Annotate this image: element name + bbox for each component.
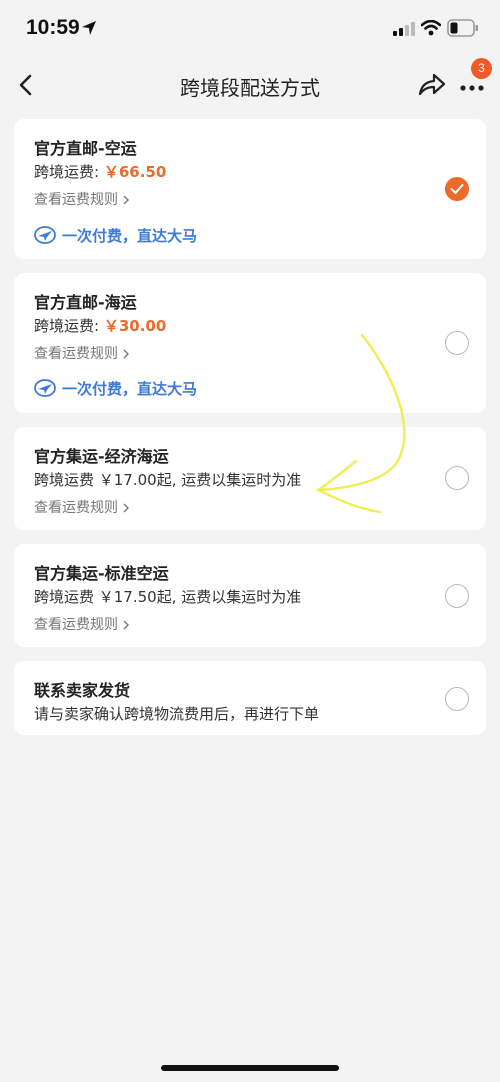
location-arrow-icon — [82, 21, 96, 35]
fee-rule-link[interactable]: 查看运费规则 — [34, 614, 130, 634]
option-title: 官方直邮-空运 — [34, 139, 137, 158]
nav-bar: 跨境段配送方式 — [0, 60, 500, 112]
option-title: 官方集运-经济海运 — [34, 447, 169, 466]
fee-label: 跨境运费: — [34, 163, 104, 181]
fee-rule-label: 查看运费规则 — [34, 192, 118, 208]
notification-badge: 3 — [471, 58, 492, 79]
shipping-option-card[interactable]: 联系卖家发货 请与卖家确认跨境物流费用后，再进行下单 — [14, 661, 486, 735]
plane-badge-icon — [34, 226, 56, 244]
status-bar: 10:59 — [0, 0, 500, 60]
chevron-right-icon — [123, 503, 129, 513]
fee-row: 跨境运费 ￥17.50起, 运费以集运时为准 — [34, 588, 302, 606]
shipping-option-card[interactable]: 官方集运-标准空运 跨境运费 ￥17.50起, 运费以集运时为准 查看运费规则 — [14, 544, 486, 647]
fee-rule-label: 查看运费规则 — [34, 500, 118, 516]
fee-row: 跨境运费: ￥66.50 — [34, 161, 166, 182]
fee-rule-link[interactable]: 查看运费规则 — [34, 343, 130, 363]
option-title: 官方集运-标准空运 — [34, 564, 169, 583]
option-radio[interactable] — [445, 584, 469, 608]
fee-rule-link[interactable]: 查看运费规则 — [34, 189, 130, 209]
option-radio[interactable] — [445, 687, 469, 711]
shipping-option-card[interactable]: 官方集运-经济海运 跨境运费 ￥17.00起, 运费以集运时为准 查看运费规则 — [14, 427, 486, 530]
option-title: 官方直邮-海运 — [34, 293, 137, 312]
chevron-right-icon — [123, 349, 129, 359]
share-icon — [418, 73, 446, 96]
promo-text: 一次付费，直达大马 — [62, 380, 198, 398]
option-description: 请与卖家确认跨境物流费用后，再进行下单 — [34, 705, 320, 723]
cellular-signal-icon — [393, 22, 415, 36]
fee-label: 跨境运费: — [34, 317, 104, 335]
promo-banner: 一次付费，直达大马 — [34, 225, 197, 246]
option-radio[interactable] — [445, 331, 469, 355]
shipping-option-card[interactable]: 官方直邮-海运 跨境运费: ￥30.00 查看运费规则 一次付费，直达大马 — [14, 273, 486, 413]
fee-rule-label: 查看运费规则 — [34, 346, 118, 362]
promo-banner: 一次付费，直达大马 — [34, 378, 197, 399]
chevron-right-icon — [123, 620, 129, 630]
check-icon — [450, 184, 464, 194]
wifi-icon — [421, 20, 441, 36]
option-title: 联系卖家发货 — [34, 681, 131, 700]
chevron-right-icon — [123, 195, 129, 205]
promo-text: 一次付费，直达大马 — [62, 227, 198, 245]
fee-row: 跨境运费: ￥30.00 — [34, 315, 166, 336]
battery-icon — [447, 19, 478, 37]
fee-row: 跨境运费 ￥17.00起, 运费以集运时为准 — [34, 471, 302, 489]
home-indicator — [161, 1065, 339, 1071]
plane-badge-icon — [34, 379, 56, 397]
share-button[interactable] — [416, 70, 448, 100]
option-radio[interactable] — [445, 177, 469, 201]
fee-price: ￥66.50 — [103, 163, 167, 181]
fee-rule-link[interactable]: 查看运费规则 — [34, 497, 130, 517]
fee-price: ￥30.00 — [103, 317, 167, 335]
option-radio[interactable] — [445, 466, 469, 490]
shipping-option-card[interactable]: 官方直邮-空运 跨境运费: ￥66.50 查看运费规则 一次付费，直达大马 — [14, 119, 486, 259]
status-time: 10:59 — [26, 16, 80, 39]
fee-rule-label: 查看运费规则 — [34, 617, 118, 633]
